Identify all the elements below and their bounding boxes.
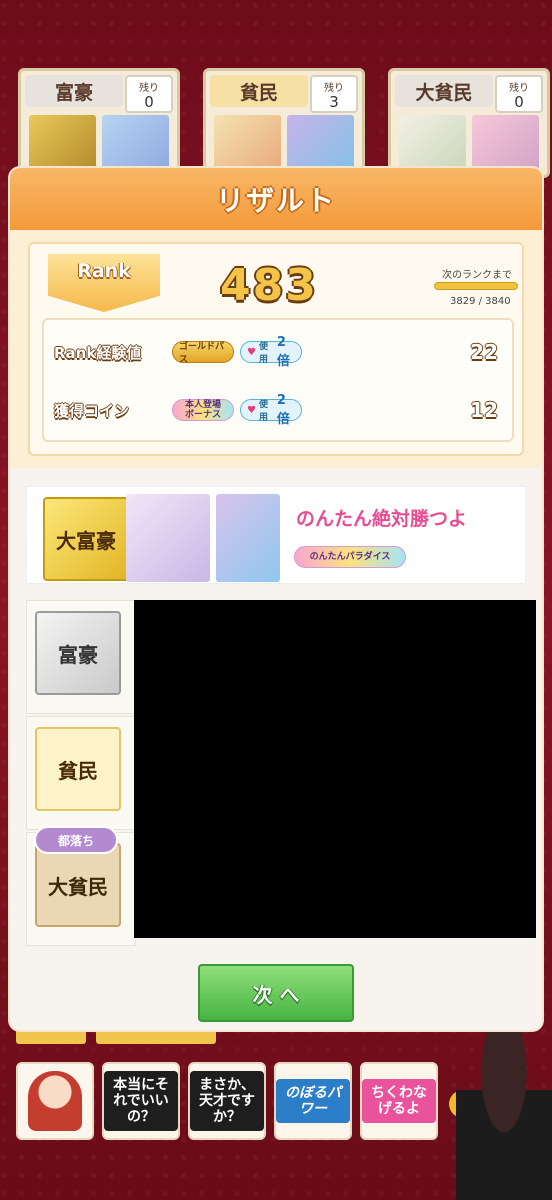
reward-value: 12 [470,398,498,422]
winner-character-card [126,494,210,582]
stamp-text: のぼるパワー [276,1079,350,1123]
character-card [29,115,96,175]
gold-pass-badge: ゴールドパス [172,341,234,365]
photo-card [287,115,354,175]
remaining-label: 残り [139,83,159,94]
rank-chip-daihinmin: 大貧民 [35,843,121,927]
hidden-results-panel [134,600,536,938]
result-row-hinmin: 貧民 [26,716,136,830]
modal-header: リザルト [10,168,542,230]
reward-label: Rank経験値 [54,343,142,362]
reward-value: 22 [470,340,498,364]
member-photo [456,1030,552,1200]
stamp-text: 本当にそれでいいの？ [104,1071,178,1131]
rank-section: Rank 483 次のランクまで 3829 / 3840 Rank経験値 ゴール… [10,230,542,468]
rank-chip-hinmin: 貧民 [35,727,121,811]
remaining-value: 0 [144,93,154,111]
next-button[interactable]: 次 へ [198,964,354,1022]
reward-row-coin: 獲得コイン 本人登場 ボーナス ♥ 使用 2倍 12 [44,390,512,430]
player-rank-label: 富豪 [25,75,123,107]
rank-badge-label: Rank [77,260,131,282]
remaining-label: 残り [324,83,344,94]
stamp-2[interactable]: まさか、天才ですか？ [188,1062,266,1140]
stamp-character[interactable] [16,1062,94,1140]
result-row-fugo: 富豪 [26,600,136,714]
winner-photo-card [216,494,280,582]
player-cards [399,115,539,175]
stamp-4[interactable]: ちくわなげるよ [360,1062,438,1140]
rank-chip-daifugo: 大富豪 [43,497,129,581]
photo-card [472,115,539,175]
remaining-count: 残り 3 [310,75,358,113]
remaining-count: 残り 0 [495,75,543,113]
progress-fill [435,283,517,289]
stamp-3[interactable]: のぼるパワー [274,1062,352,1140]
photo-card [102,115,169,175]
fall-tag: 都落ち [34,826,118,854]
character-stamp-icon [28,1071,82,1131]
player-rank-label: 大貧民 [395,75,493,107]
rank-chip-fugo: 富豪 [35,611,121,695]
heart-icon: ♥ [247,404,256,416]
reward-panel: Rank経験値 ゴールドパス ♥ 使用 2倍 22 獲得コイン 本人登場 ボーナ… [42,318,514,442]
reward-row-exp: Rank経験値 ゴールドパス ♥ 使用 2倍 22 [44,332,512,372]
remaining-count: 残り 0 [125,75,173,113]
double-badge: ♥ 使用 2倍 [240,335,302,369]
badge-multiplier: 2倍 [276,393,290,427]
badge-prefix: 使用 [258,342,268,365]
character-card [214,115,281,175]
remaining-label: 残り [509,83,529,94]
remaining-value: 0 [514,93,524,111]
player-cards [29,115,169,175]
result-modal: リザルト Rank 483 次のランクまで 3829 / 3840 Rank経験… [10,168,542,1030]
next-rank-progress-bar [434,282,518,290]
player-panel-daihinmin: 大貧民 残り 0 [388,68,550,178]
bonus-badge: 本人登場 ボーナス [172,399,234,421]
player-panel-hinmin: 貧民 残り 3 [203,68,365,178]
winner-name: のんたん絶対勝つよ [296,508,468,530]
heart-icon: ♥ [247,346,256,358]
badge-multiplier: 2倍 [276,335,290,369]
player-rank-label: 貧民 [210,75,308,107]
player-cards [214,115,354,175]
badge-prefix: 使用 [258,400,268,423]
rank-value: 483 [220,260,318,311]
reward-label: 獲得コイン [54,401,130,420]
stamp-text: ちくわなげるよ [362,1079,436,1123]
player-panel-fugo: 富豪 残り 0 [18,68,180,178]
winner-badge: のんたんパラダイス [294,546,406,568]
stamp-text: まさか、天才ですか？ [190,1071,264,1131]
rank-badge: Rank [48,254,160,312]
next-rank-label: 次のランクまで [442,270,512,281]
remaining-value: 3 [329,93,339,111]
stamp-1[interactable]: 本当にそれでいいの？ [102,1062,180,1140]
modal-title: リザルト [215,184,336,217]
double-badge: ♥ 使用 2倍 [240,393,302,427]
character-card [399,115,466,175]
rank-box: Rank 483 次のランクまで 3829 / 3840 Rank経験値 ゴール… [28,242,524,456]
next-rank-count: 3829 / 3840 [450,296,511,307]
